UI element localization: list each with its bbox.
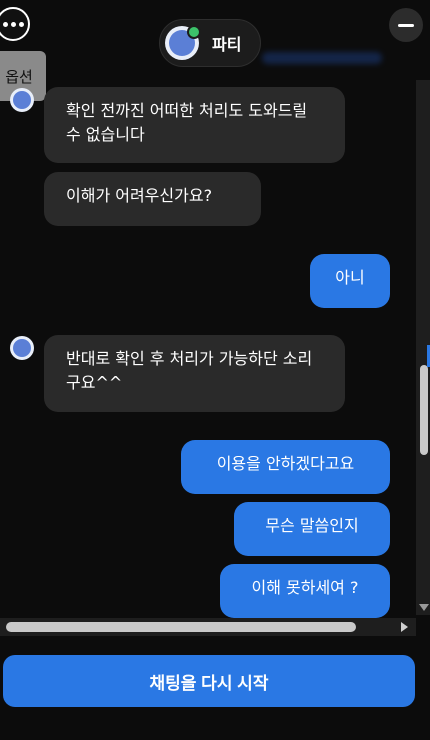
scroll-right-arrow-icon[interactable] (401, 622, 408, 632)
bot-message: 확인 전까진 어떠한 처리도 도와드릴 수 없습니다 (44, 87, 345, 163)
bot-name: 파티 (212, 35, 242, 54)
more-dots-icon (2, 21, 8, 27)
chat-header: 옵션 파티 (0, 0, 430, 101)
vertical-scroll-thumb[interactable] (420, 365, 428, 455)
options-button[interactable] (0, 7, 30, 41)
bot-message: 이해가 어려우신가요? (44, 172, 261, 226)
online-status-dot (187, 25, 201, 39)
bot-avatar-image (13, 339, 31, 357)
bot-message: 반대로 확인 후 처리가 가능하단 소리구요^^ (44, 335, 345, 412)
more-dots-icon-dot-3 (18, 21, 24, 27)
more-dots-icon-dot-2 (10, 21, 16, 27)
bot-profile-pill[interactable]: 파티 (159, 19, 261, 67)
user-message: 아니 (310, 254, 390, 308)
bot-avatar (10, 336, 34, 360)
chat-messages[interactable]: 확인 전까진 어떠한 처리도 도와드릴 수 없습니다 이해가 어려우신가요? 아… (0, 80, 430, 620)
scroll-down-arrow-icon[interactable] (419, 604, 429, 611)
bot-logo (165, 25, 201, 60)
user-message: 이용을 안하겠다고요 (181, 440, 390, 494)
bot-avatar-image (13, 91, 31, 109)
minimize-icon (398, 23, 414, 27)
user-message: 무슨 말씀인지 (234, 502, 390, 556)
header-glow (262, 52, 382, 64)
horizontal-scrollbar[interactable] (0, 618, 416, 636)
restart-chat-button[interactable]: 채팅을 다시 시작 (3, 655, 415, 707)
bot-avatar (10, 88, 34, 112)
user-message: 이해 못하세여 ? (220, 564, 390, 618)
horizontal-scroll-thumb[interactable] (6, 622, 356, 632)
minimize-button[interactable] (389, 8, 423, 42)
